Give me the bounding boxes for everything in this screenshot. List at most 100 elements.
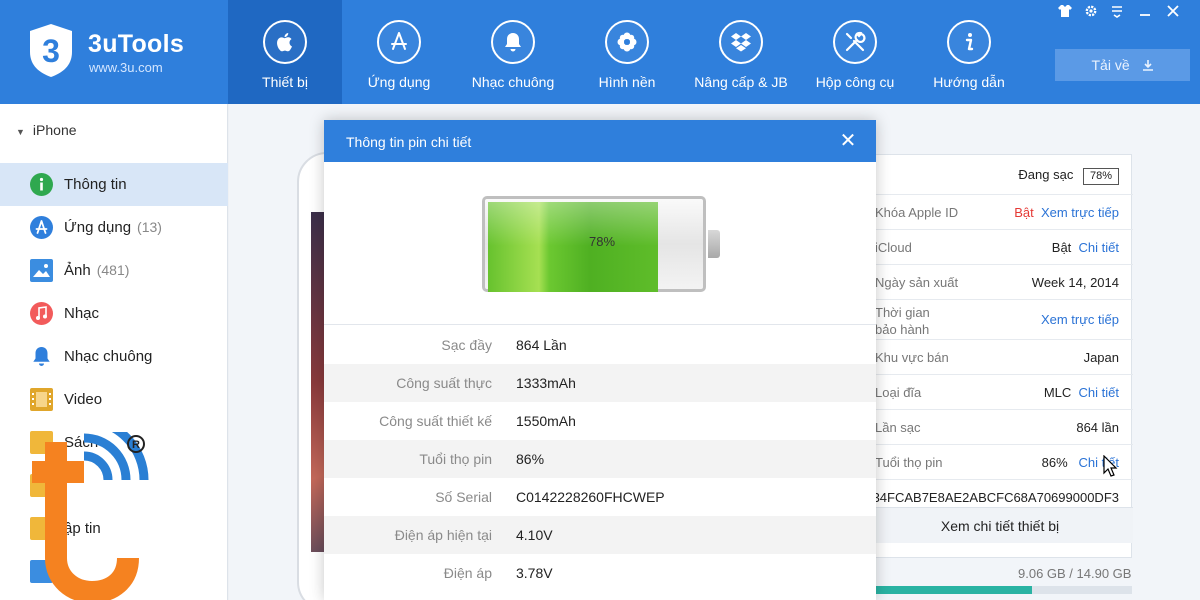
device-hash: 34FCAB7E8AE2ABCFC68A70699000DF3: [872, 490, 1119, 505]
row-value: C0142228260FHCWEP: [516, 489, 665, 505]
device-selector[interactable]: ▼ iPhone: [16, 122, 77, 138]
skin-icon[interactable]: [1056, 4, 1074, 22]
top-bar: 3 3uTools www.3u.com Thiết bị Ứng dụng N…: [0, 0, 1200, 104]
app-store-icon: [377, 20, 421, 64]
charging-row: Đang sạc 78%: [867, 155, 1133, 195]
row-label: Điện áp hiện tại: [394, 527, 492, 543]
battery-info-row: Điện áp hiện tại 4.10V: [324, 516, 876, 554]
watermark-logo: R: [32, 432, 149, 600]
nav-tutorials[interactable]: Hướng dẫn: [912, 0, 1026, 104]
close-window-icon[interactable]: [1164, 4, 1182, 22]
info-circle-icon: [30, 173, 53, 196]
sidebar-item-ringtones[interactable]: Nhạc chuông: [0, 335, 228, 378]
info-label: iCloud: [875, 240, 912, 255]
dialog-header: Thông tin pin chi tiết ✕: [324, 120, 876, 162]
disk-type-detail-link[interactable]: Chi tiết: [1079, 385, 1119, 400]
info-row: Lần sạc 864 lần: [867, 410, 1133, 445]
storage-bar: [876, 586, 1132, 594]
sidebar-item-label: Ứng dụng (13): [64, 219, 162, 236]
info-label: Ngày sản xuất: [875, 275, 959, 290]
menu-icon[interactable]: [1108, 4, 1126, 22]
info-value: Japan: [1083, 350, 1119, 365]
view-device-details-button[interactable]: Xem chi tiết thiết bị: [867, 507, 1133, 543]
bell-icon: [30, 345, 53, 368]
row-label: Công suất thực: [396, 375, 492, 391]
battery-info-row: Số Serial C0142228260FHCWEP: [324, 478, 876, 516]
sidebar-item-label: Nhạc chuông: [64, 348, 153, 365]
nav-wallpapers[interactable]: Hình nền: [570, 0, 684, 104]
mouse-cursor-icon: [1103, 455, 1118, 477]
device-info-panel: Đang sạc 78% Khóa Apple ID Bật Xem trực …: [866, 154, 1133, 558]
storage-text: 9.06 GB / 14.90 GB: [1018, 566, 1132, 581]
item-count: (13): [137, 219, 162, 235]
app-name: 3uTools: [88, 30, 185, 58]
info-value: 864 lần: [1076, 420, 1119, 435]
info-row: Loại đĩa MLC Chi tiết: [867, 375, 1133, 410]
battery-detail-dialog: Thông tin pin chi tiết ✕ 78% Sạc đầy 864…: [324, 120, 876, 600]
nav-flash-jb[interactable]: Nâng cấp & JB: [684, 0, 798, 104]
sidebar-item-label: Nhạc: [64, 305, 100, 322]
tools-icon: [833, 20, 877, 64]
info-label: Lần sạc: [875, 420, 921, 435]
info-label: Tuổi thọ pin: [875, 455, 943, 470]
sidebar-item-music[interactable]: Nhạc: [0, 292, 228, 335]
nav-label: Hướng dẫn: [933, 74, 1005, 90]
battery-info-row: Điện áp 3.78V: [324, 554, 876, 592]
info-row: Ngày sản xuất Week 14, 2014: [867, 265, 1133, 300]
info-row: Khu vực bán Japan: [867, 340, 1133, 375]
sidebar-item-info[interactable]: Thông tin: [0, 163, 228, 206]
storage-bar-fill: [876, 586, 1032, 594]
flower-icon: [605, 20, 649, 64]
info-value: Bật: [1051, 240, 1072, 255]
info-label: Loại đĩa: [875, 385, 922, 400]
info-value: 86%: [1041, 455, 1068, 470]
sidebar-item-apps[interactable]: Ứng dụng (13): [0, 206, 228, 249]
info-row: Tuổi thọ pin 86% Chi tiết: [867, 445, 1133, 480]
row-label: Tuổi thọ pin: [419, 451, 492, 467]
minimize-icon[interactable]: [1136, 4, 1154, 22]
dropbox-icon: [719, 20, 763, 64]
battery-info-row: Tuổi thọ pin 86%: [324, 440, 876, 478]
nav-device[interactable]: Thiết bị: [228, 0, 342, 104]
device-name: iPhone: [32, 122, 77, 138]
nav-label: Hộp công cụ: [815, 74, 895, 90]
icloud-detail-link[interactable]: Chi tiết: [1079, 240, 1119, 255]
nav-label: Nâng cấp & JB: [694, 74, 788, 90]
divider: [324, 324, 876, 325]
warranty-view-link[interactable]: Xem trực tiếp: [1041, 312, 1119, 327]
item-count: (481): [96, 262, 130, 278]
battery-info-row: Công suất thực 1333mAh: [324, 364, 876, 402]
nav-label: Ứng dụng: [367, 74, 431, 90]
battery-percent-label: 78%: [588, 234, 616, 249]
row-label: Công suất thiết kế: [379, 413, 492, 429]
battery-graphic: 78%: [482, 196, 720, 292]
row-label: Số Serial: [435, 489, 492, 505]
nav-label: Hình nền: [598, 74, 656, 90]
svg-text:R: R: [132, 439, 140, 451]
info-label: Thời gian bảo hành: [875, 305, 930, 337]
nav-toolbox[interactable]: Hộp công cụ: [798, 0, 912, 104]
download-label: Tải về: [1091, 57, 1130, 73]
battery-info-row: Công suất thiết kế 1550mAh: [324, 402, 876, 440]
info-row: Thời gian bảo hành Xem trực tiếp: [867, 300, 1133, 340]
info-label: Khóa Apple ID: [875, 205, 959, 220]
bell-icon: [491, 20, 535, 64]
nav-label: Thiết bị: [262, 74, 308, 90]
sidebar-item-photos[interactable]: Ảnh (481): [0, 249, 228, 292]
row-value: 1333mAh: [516, 375, 576, 391]
settings-gear-icon[interactable]: [1082, 4, 1100, 22]
info-value: MLC: [1043, 385, 1072, 400]
close-icon[interactable]: ✕: [838, 128, 858, 153]
download-button[interactable]: Tải về: [1055, 49, 1190, 81]
apple-icon: [263, 20, 307, 64]
apple-id-view-link[interactable]: Xem trực tiếp: [1041, 205, 1119, 220]
row-label: Sạc đầy: [441, 337, 492, 353]
svg-text:3: 3: [42, 33, 60, 69]
nav-ringtones[interactable]: Nhạc chuông: [456, 0, 570, 104]
row-value: 4.10V: [516, 527, 553, 543]
film-icon: [30, 388, 53, 411]
nav-apps[interactable]: Ứng dụng: [342, 0, 456, 104]
charging-label: Đang sạc: [1018, 167, 1074, 182]
sidebar-item-video[interactable]: Video: [0, 378, 228, 421]
row-value: 86%: [516, 451, 545, 467]
